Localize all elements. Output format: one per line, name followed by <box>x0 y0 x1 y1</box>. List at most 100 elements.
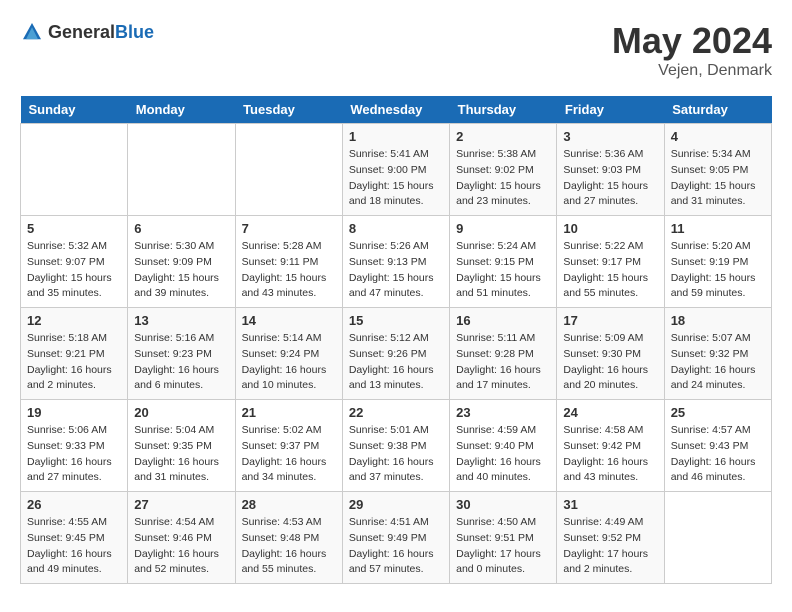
day-number: 2 <box>456 129 550 144</box>
day-info: Sunrise: 5:28 AM Sunset: 9:11 PM Dayligh… <box>242 239 336 302</box>
weekday-header-saturday: Saturday <box>664 96 771 124</box>
calendar-week-3: 12Sunrise: 5:18 AM Sunset: 9:21 PM Dayli… <box>21 308 772 400</box>
day-number: 7 <box>242 221 336 236</box>
day-number: 10 <box>563 221 657 236</box>
calendar-cell: 7 Sunrise: 5:28 AM Sunset: 9:11 PM Daylig… <box>235 216 342 308</box>
day-info: Sunrise: 4:55 AM Sunset: 9:45 PM Dayligh… <box>27 515 121 578</box>
logo: GeneralBlue <box>20 20 154 44</box>
day-info: Sunrise: 5:41 AM Sunset: 9:00 PM Dayligh… <box>349 147 443 210</box>
calendar-cell: 22 Sunrise: 5:01 AM Sunset: 9:38 PM Dayli… <box>342 400 449 492</box>
calendar-cell: 30 Sunrise: 4:50 AM Sunset: 9:51 PM Dayli… <box>450 492 557 584</box>
calendar-cell: 2Sunrise: 5:38 AM Sunset: 9:02 PM Daylig… <box>450 124 557 216</box>
day-info: Sunrise: 5:02 AM Sunset: 9:37 PM Dayligh… <box>242 423 336 486</box>
day-info: Sunrise: 4:58 AM Sunset: 9:42 PM Dayligh… <box>563 423 657 486</box>
calendar-week-1: 1 Sunrise: 5:41 AM Sunset: 9:00 PM Daylig… <box>21 124 772 216</box>
day-number: 21 <box>242 405 336 420</box>
weekday-header-monday: Monday <box>128 96 235 124</box>
day-number: 3 <box>563 129 657 144</box>
day-number: 25 <box>671 405 765 420</box>
weekday-header-tuesday: Tuesday <box>235 96 342 124</box>
calendar-header: May 2024 Vejen, Denmark <box>612 20 772 80</box>
day-info: Sunrise: 4:57 AM Sunset: 9:43 PM Dayligh… <box>671 423 765 486</box>
day-number: 23 <box>456 405 550 420</box>
day-number: 20 <box>134 405 228 420</box>
calendar-cell: 16 Sunrise: 5:11 AM Sunset: 9:28 PM Dayli… <box>450 308 557 400</box>
day-info: Sunrise: 5:26 AM Sunset: 9:13 PM Dayligh… <box>349 239 443 302</box>
calendar-cell: 8 Sunrise: 5:26 AM Sunset: 9:13 PM Daylig… <box>342 216 449 308</box>
day-info: Sunrise: 5:06 AM Sunset: 9:33 PM Dayligh… <box>27 423 121 486</box>
day-info: Sunrise: 5:36 AM Sunset: 9:03 PM Dayligh… <box>563 147 657 210</box>
calendar-cell: 21 Sunrise: 5:02 AM Sunset: 9:37 PM Dayli… <box>235 400 342 492</box>
calendar-cell: 29 Sunrise: 4:51 AM Sunset: 9:49 PM Dayli… <box>342 492 449 584</box>
day-number: 1 <box>349 129 443 144</box>
calendar-week-5: 26 Sunrise: 4:55 AM Sunset: 9:45 PM Dayli… <box>21 492 772 584</box>
calendar-cell: 4Sunrise: 5:34 AM Sunset: 9:05 PM Daylig… <box>664 124 771 216</box>
day-info: Sunrise: 4:59 AM Sunset: 9:40 PM Dayligh… <box>456 423 550 486</box>
calendar-cell: 24Sunrise: 4:58 AM Sunset: 9:42 PM Dayli… <box>557 400 664 492</box>
day-number: 9 <box>456 221 550 236</box>
day-number: 5 <box>27 221 121 236</box>
calendar-cell: 13 Sunrise: 5:16 AM Sunset: 9:23 PM Dayli… <box>128 308 235 400</box>
calendar-cell: 26 Sunrise: 4:55 AM Sunset: 9:45 PM Dayli… <box>21 492 128 584</box>
calendar-week-4: 19 Sunrise: 5:06 AM Sunset: 9:33 PM Dayli… <box>21 400 772 492</box>
day-number: 27 <box>134 497 228 512</box>
calendar-cell: 23 Sunrise: 4:59 AM Sunset: 9:40 PM Dayli… <box>450 400 557 492</box>
calendar-cell: 25 Sunrise: 4:57 AM Sunset: 9:43 PM Dayli… <box>664 400 771 492</box>
day-number: 16 <box>456 313 550 328</box>
calendar-week-2: 5 Sunrise: 5:32 AM Sunset: 9:07 PM Daylig… <box>21 216 772 308</box>
day-info: Sunrise: 4:54 AM Sunset: 9:46 PM Dayligh… <box>134 515 228 578</box>
day-info: Sunrise: 5:34 AM Sunset: 9:05 PM Dayligh… <box>671 147 765 210</box>
calendar-cell: 12Sunrise: 5:18 AM Sunset: 9:21 PM Dayli… <box>21 308 128 400</box>
day-number: 29 <box>349 497 443 512</box>
logo-general: General <box>48 22 115 42</box>
day-number: 15 <box>349 313 443 328</box>
calendar-cell: 31 Sunrise: 4:49 AM Sunset: 9:52 PM Dayli… <box>557 492 664 584</box>
calendar-cell: 19 Sunrise: 5:06 AM Sunset: 9:33 PM Dayli… <box>21 400 128 492</box>
day-info: Sunrise: 4:51 AM Sunset: 9:49 PM Dayligh… <box>349 515 443 578</box>
calendar-cell: 3 Sunrise: 5:36 AM Sunset: 9:03 PM Daylig… <box>557 124 664 216</box>
day-number: 17 <box>563 313 657 328</box>
day-info: Sunrise: 5:16 AM Sunset: 9:23 PM Dayligh… <box>134 331 228 394</box>
calendar-cell: 9Sunrise: 5:24 AM Sunset: 9:15 PM Daylig… <box>450 216 557 308</box>
day-number: 30 <box>456 497 550 512</box>
day-info: Sunrise: 5:09 AM Sunset: 9:30 PM Dayligh… <box>563 331 657 394</box>
calendar-table: SundayMondayTuesdayWednesdayThursdayFrid… <box>20 96 772 584</box>
day-number: 8 <box>349 221 443 236</box>
day-number: 19 <box>27 405 121 420</box>
weekday-header-sunday: Sunday <box>21 96 128 124</box>
day-number: 12 <box>27 313 121 328</box>
day-number: 28 <box>242 497 336 512</box>
calendar-cell: 27 Sunrise: 4:54 AM Sunset: 9:46 PM Dayli… <box>128 492 235 584</box>
weekday-header-thursday: Thursday <box>450 96 557 124</box>
calendar-cell: 15Sunrise: 5:12 AM Sunset: 9:26 PM Dayli… <box>342 308 449 400</box>
calendar-cell <box>664 492 771 584</box>
day-number: 6 <box>134 221 228 236</box>
day-number: 18 <box>671 313 765 328</box>
day-info: Sunrise: 5:04 AM Sunset: 9:35 PM Dayligh… <box>134 423 228 486</box>
calendar-cell: 5 Sunrise: 5:32 AM Sunset: 9:07 PM Daylig… <box>21 216 128 308</box>
calendar-cell: 14Sunrise: 5:14 AM Sunset: 9:24 PM Dayli… <box>235 308 342 400</box>
day-info: Sunrise: 5:30 AM Sunset: 9:09 PM Dayligh… <box>134 239 228 302</box>
day-number: 31 <box>563 497 657 512</box>
day-number: 13 <box>134 313 228 328</box>
weekday-header-wednesday: Wednesday <box>342 96 449 124</box>
calendar-cell <box>21 124 128 216</box>
page-header: GeneralBlue May 2024 Vejen, Denmark <box>20 20 772 80</box>
day-number: 14 <box>242 313 336 328</box>
day-info: Sunrise: 5:01 AM Sunset: 9:38 PM Dayligh… <box>349 423 443 486</box>
logo-icon <box>20 20 44 44</box>
calendar-cell: 11Sunrise: 5:20 AM Sunset: 9:19 PM Dayli… <box>664 216 771 308</box>
day-info: Sunrise: 4:50 AM Sunset: 9:51 PM Dayligh… <box>456 515 550 578</box>
weekday-header-friday: Friday <box>557 96 664 124</box>
day-info: Sunrise: 5:32 AM Sunset: 9:07 PM Dayligh… <box>27 239 121 302</box>
day-info: Sunrise: 4:49 AM Sunset: 9:52 PM Dayligh… <box>563 515 657 578</box>
day-number: 22 <box>349 405 443 420</box>
day-info: Sunrise: 5:11 AM Sunset: 9:28 PM Dayligh… <box>456 331 550 394</box>
calendar-cell: 28Sunrise: 4:53 AM Sunset: 9:48 PM Dayli… <box>235 492 342 584</box>
day-number: 26 <box>27 497 121 512</box>
calendar-cell: 10Sunrise: 5:22 AM Sunset: 9:17 PM Dayli… <box>557 216 664 308</box>
calendar-cell: 6 Sunrise: 5:30 AM Sunset: 9:09 PM Daylig… <box>128 216 235 308</box>
calendar-cell: 18Sunrise: 5:07 AM Sunset: 9:32 PM Dayli… <box>664 308 771 400</box>
day-number: 11 <box>671 221 765 236</box>
calendar-cell: 1 Sunrise: 5:41 AM Sunset: 9:00 PM Daylig… <box>342 124 449 216</box>
